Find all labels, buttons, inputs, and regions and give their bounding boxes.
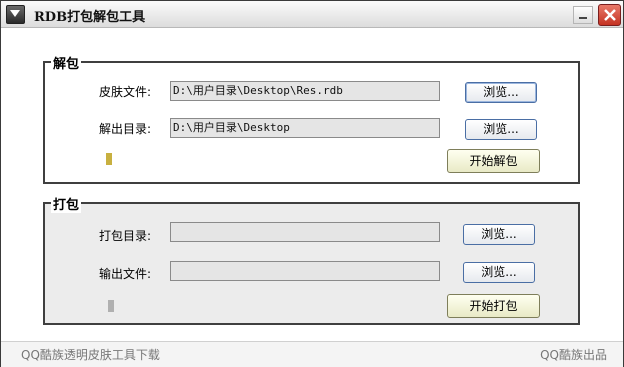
credit-text: QQ酷族出品 [540, 348, 607, 362]
title-bar[interactable]: RDB打包解包工具 [1, 1, 623, 28]
window-title: RDB打包解包工具 [34, 10, 146, 25]
output-file-browse-button[interactable]: 浏览... [463, 262, 535, 283]
unpack-group: 解包 皮肤文件: D:\用户目录\Desktop\Res.rdb 浏览... 解… [43, 53, 580, 184]
app-window: RDB打包解包工具 解包 皮肤文件: D:\用户目录\Desktop\Res.r… [0, 0, 624, 367]
download-link[interactable]: QQ酷族透明皮肤工具下载 [21, 346, 160, 363]
close-button[interactable] [598, 4, 621, 26]
pack-dir-label: 打包目录: [99, 229, 152, 243]
skin-file-label: 皮肤文件: [99, 85, 152, 99]
pack-group: 打包 打包目录: 浏览... 输出文件: 浏览... 开始打包 [43, 194, 580, 325]
pack-dir-input[interactable] [170, 222, 440, 242]
start-pack-button[interactable]: 开始打包 [447, 294, 540, 318]
output-dir-browse-button[interactable]: 浏览... [465, 119, 537, 140]
start-unpack-button[interactable]: 开始解包 [447, 149, 540, 173]
pack-dir-browse-button[interactable]: 浏览... [463, 224, 535, 245]
status-bar: QQ酷族透明皮肤工具下载 QQ酷族出品 [1, 341, 623, 367]
output-dir-input[interactable]: D:\用户目录\Desktop [170, 118, 440, 138]
output-file-label: 输出文件: [99, 267, 152, 281]
skin-file-input[interactable]: D:\用户目录\Desktop\Res.rdb [170, 81, 440, 101]
unpack-progress-indicator [106, 153, 112, 165]
skin-file-browse-button[interactable]: 浏览... [465, 82, 537, 103]
output-file-input[interactable] [170, 261, 440, 281]
pack-legend: 打包 [51, 194, 82, 213]
unpack-legend: 解包 [51, 53, 82, 72]
system-menu-icon[interactable] [6, 5, 25, 24]
pack-progress-indicator [108, 300, 114, 312]
minimize-button[interactable] [573, 6, 593, 24]
output-dir-label: 解出目录: [99, 122, 152, 136]
